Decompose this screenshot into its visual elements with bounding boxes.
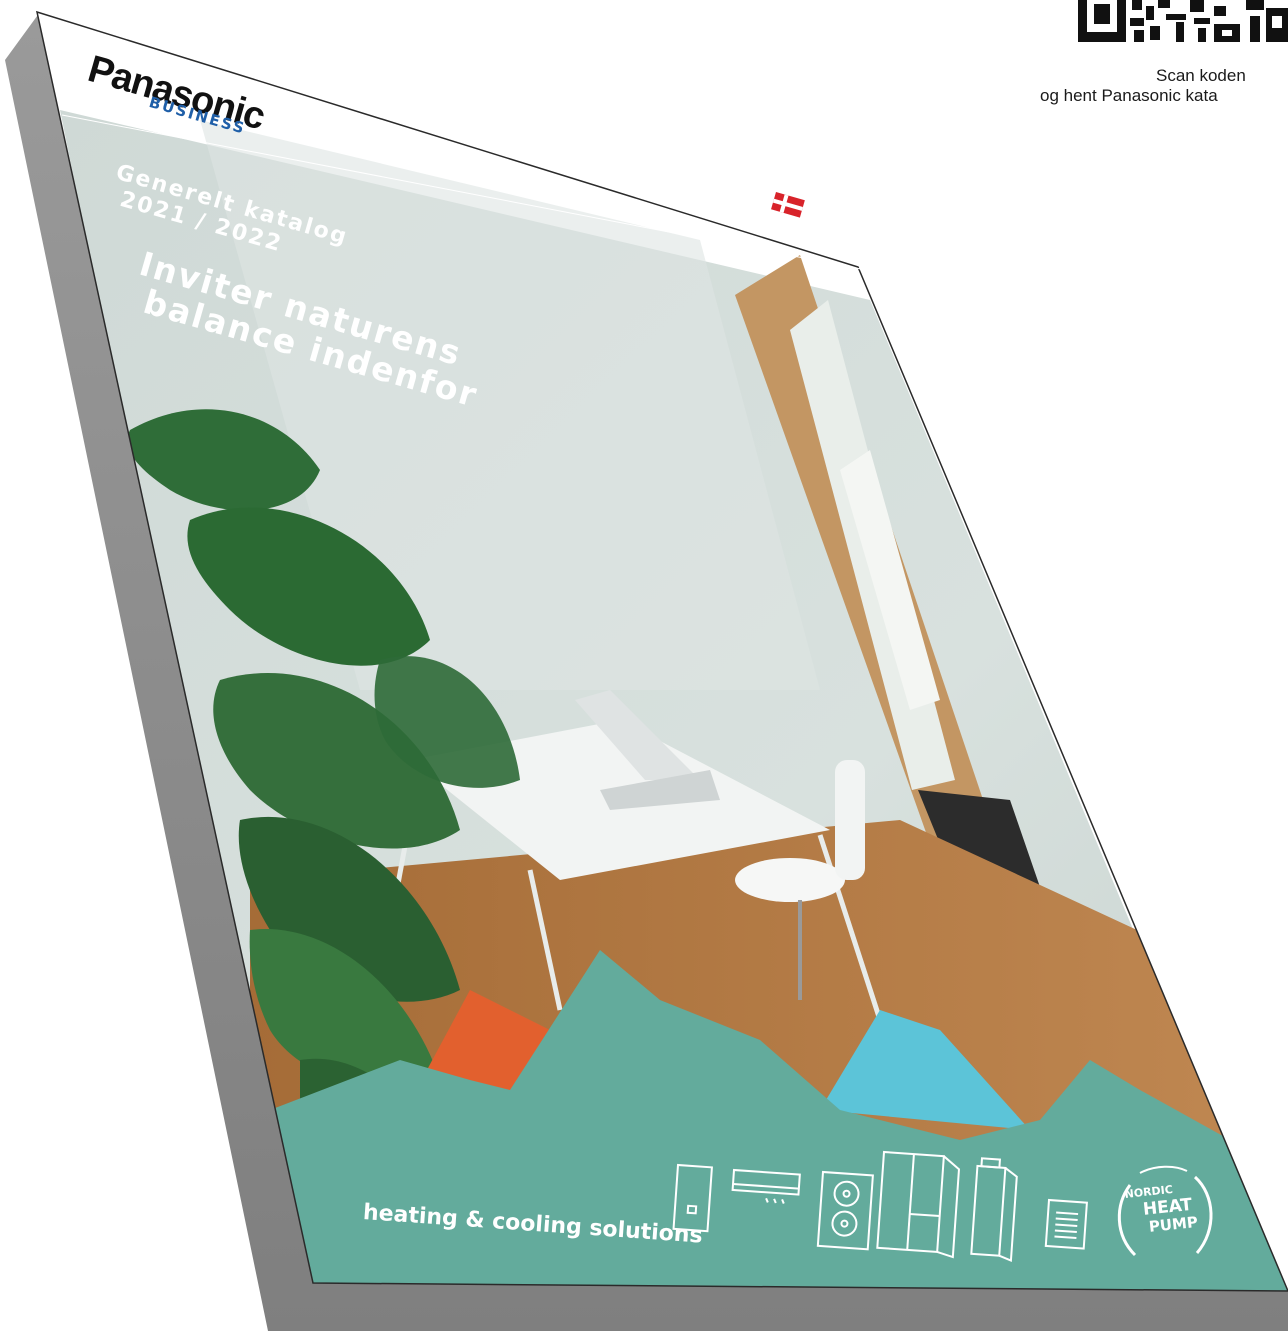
qr-code bbox=[1076, 0, 1288, 46]
danish-flag-icon bbox=[771, 192, 805, 218]
qr-caption: Scan koden og hent Panasonic kata bbox=[1040, 66, 1288, 106]
catalog-mockup: Scan koden og hent Panasonic kata Panaso… bbox=[0, 0, 1288, 1331]
qr-caption-line-1: Scan koden bbox=[1156, 66, 1246, 85]
qr-caption-line-2: og hent Panasonic kata bbox=[1040, 86, 1218, 105]
